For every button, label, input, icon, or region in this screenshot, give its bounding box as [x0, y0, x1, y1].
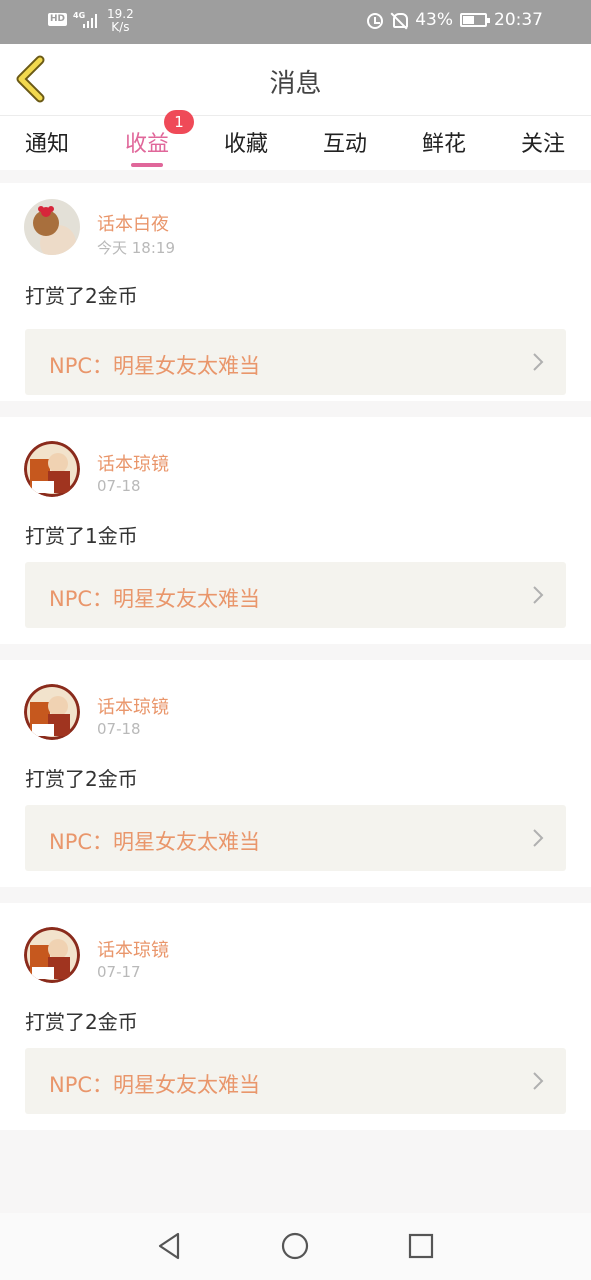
status-bar: HD 4G 19.2 K/s 43% 20:37: [0, 0, 591, 44]
chevron-right-icon: [533, 1072, 544, 1090]
tab-favorites[interactable]: 收藏: [206, 126, 286, 158]
unread-badge: 1: [164, 110, 194, 134]
avatar[interactable]: [24, 199, 80, 255]
message-text: 打赏了2金币: [25, 284, 138, 308]
tab-interactions[interactable]: 互动: [305, 126, 385, 158]
message-card: 话本白夜 今天 18:19 打赏了2金币 NPC：明星女友太难当: [0, 183, 591, 401]
work-link[interactable]: NPC：明星女友太难当: [25, 805, 566, 871]
message-time: 07-18: [97, 720, 141, 738]
tab-following[interactable]: 关注: [503, 126, 583, 158]
alarm-icon: [367, 12, 384, 29]
work-title: NPC：明星女友太难当: [49, 1073, 261, 1097]
mute-notification-icon: [390, 11, 409, 29]
tab-earnings-label: 收益: [124, 132, 169, 157]
tab-bar: 通知 收益 1 收藏 互动 鲜花 关注: [0, 110, 591, 170]
message-time: 07-18: [97, 477, 141, 495]
sender-name[interactable]: 话本琼镜: [97, 693, 169, 719]
message-card: 话本琼镜 07-18 打赏了1金币 NPC：明星女友太难当: [0, 417, 591, 644]
work-title: NPC：明星女友太难当: [49, 354, 261, 378]
message-time: 07-17: [97, 963, 141, 981]
app-header: 消息: [0, 44, 591, 116]
battery-percent: 43%: [415, 10, 453, 30]
sender-name[interactable]: 话本白夜: [97, 210, 169, 236]
page-title: 消息: [269, 69, 322, 99]
avatar[interactable]: [24, 927, 80, 983]
hd-icon: HD: [48, 13, 68, 26]
work-title: NPC：明星女友太难当: [49, 587, 261, 611]
message-card: 话本琼镜 07-17 打赏了2金币 NPC：明星女友太难当: [0, 903, 591, 1130]
avatar[interactable]: [24, 684, 80, 740]
tab-notifications[interactable]: 通知: [7, 126, 87, 158]
work-link[interactable]: NPC：明星女友太难当: [25, 1048, 566, 1114]
cellular-signal-icon: 4G: [73, 8, 101, 34]
chevron-right-icon: [533, 586, 544, 604]
nav-home-icon[interactable]: [280, 1231, 310, 1261]
message-text: 打赏了1金币: [25, 524, 138, 548]
avatar[interactable]: [24, 441, 80, 497]
work-link[interactable]: NPC：明星女友太难当: [25, 329, 566, 395]
active-tab-indicator: [131, 163, 163, 167]
network-speed: 19.2 K/s: [107, 7, 134, 34]
battery-icon: [460, 13, 490, 27]
sender-name[interactable]: 话本琼镜: [97, 936, 169, 962]
work-link[interactable]: NPC：明星女友太难当: [25, 562, 566, 628]
tab-flowers[interactable]: 鲜花: [404, 126, 484, 158]
message-text: 打赏了2金币: [25, 1010, 138, 1034]
clock: 20:37: [494, 10, 543, 30]
work-title: NPC：明星女友太难当: [49, 830, 261, 854]
system-nav-bar: [0, 1213, 591, 1280]
nav-recents-icon[interactable]: [406, 1231, 436, 1261]
message-time: 今天 18:19: [97, 239, 175, 257]
chevron-right-icon: [533, 353, 544, 371]
sender-name[interactable]: 话本琼镜: [97, 450, 169, 476]
message-text: 打赏了2金币: [25, 767, 138, 791]
message-card: 话本琼镜 07-18 打赏了2金币 NPC：明星女友太难当: [0, 660, 591, 887]
nav-back-icon[interactable]: [154, 1231, 184, 1261]
chevron-right-icon: [533, 829, 544, 847]
